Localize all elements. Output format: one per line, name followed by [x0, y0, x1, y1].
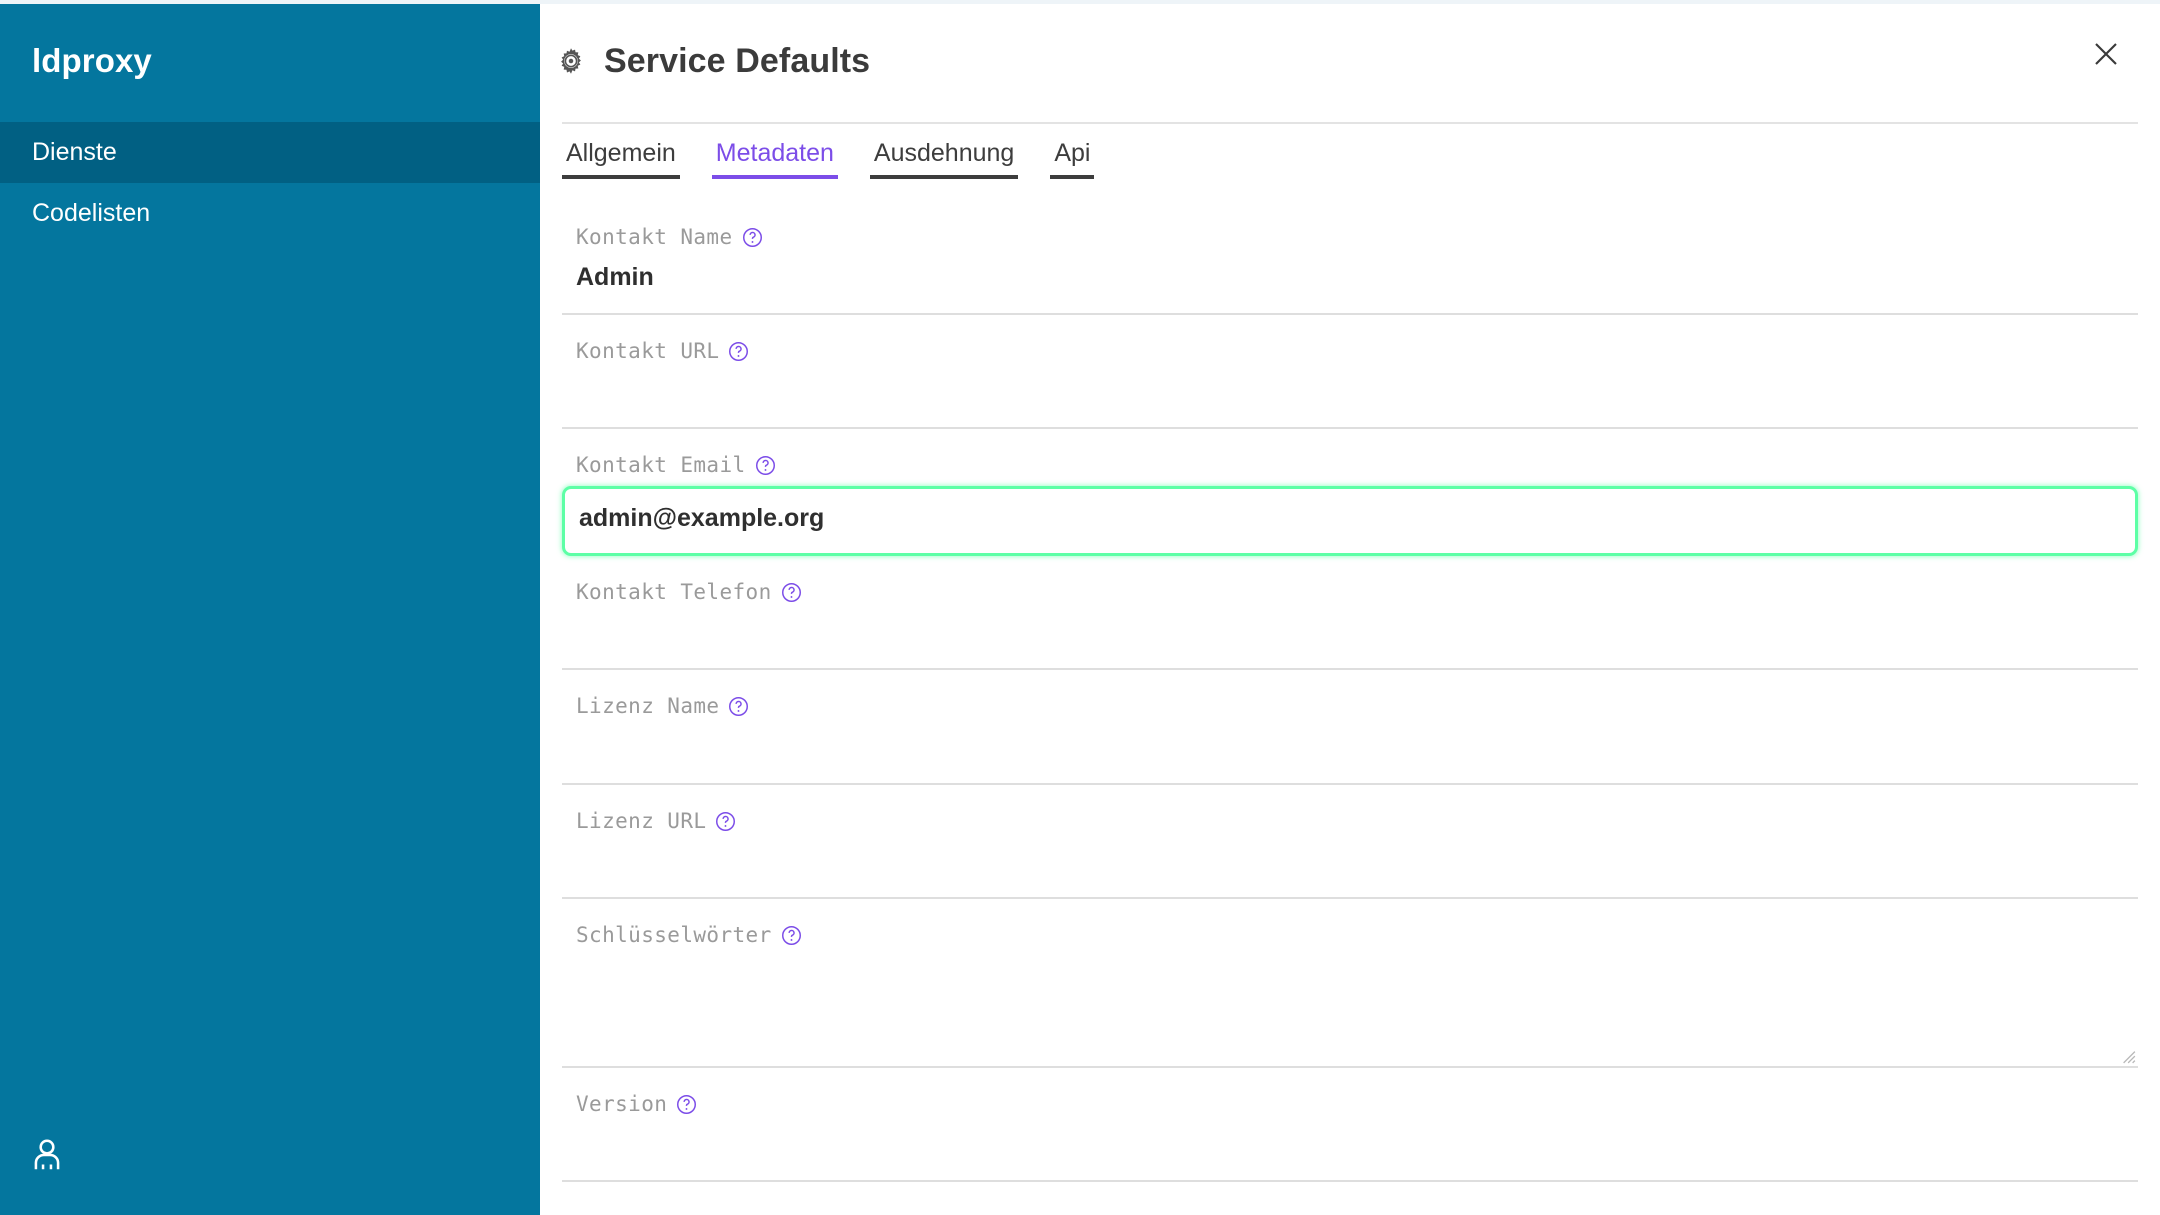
field-label: Kontakt Telefon [562, 582, 2138, 603]
kontakt-name-input[interactable]: Admin [562, 248, 2138, 313]
schluesselwoerter-textarea[interactable] [562, 946, 2138, 1066]
field-label-text: Kontakt Email [576, 453, 746, 477]
close-button[interactable] [2078, 26, 2134, 82]
field-schluesselwoerter: Schlüsselwörter [562, 899, 2138, 1068]
field-label: Kontakt Email [562, 455, 2138, 476]
field-label-text: Version [576, 1091, 668, 1116]
help-circle-icon[interactable] [742, 227, 763, 248]
brand-title: ldproxy [32, 42, 152, 79]
help-circle-icon[interactable] [781, 925, 802, 946]
field-kontakt-email: Kontakt Email admin@example.org [562, 429, 2138, 556]
lizenz-name-input[interactable] [562, 717, 2138, 782]
kontakt-telefon-input[interactable] [562, 603, 2138, 668]
field-label-text: Lizenz URL [576, 808, 707, 833]
sidebar-item-label: Dienste [32, 138, 117, 166]
field-label-text: Lizenz Name [576, 694, 720, 719]
field-label: Lizenz Name [562, 696, 2138, 717]
app-root: ldproxy Dienste Codelisten Service Defau… [0, 0, 2160, 1215]
header-left: Service Defaults [556, 42, 870, 81]
metadata-form: Kontakt Name Admin Kontakt URL Kontakt E… [540, 179, 2160, 1182]
field-label: Kontakt URL [562, 338, 2138, 363]
field-kontakt-url: Kontakt URL [562, 315, 2138, 429]
field-label: Schlüsselwörter [562, 922, 2138, 947]
field-underline [562, 1180, 2138, 1182]
tab-label: Allgemein [566, 139, 676, 167]
lizenz-url-input[interactable] [562, 832, 2138, 897]
field-kontakt-name: Kontakt Name Admin [562, 201, 2138, 315]
field-label: Lizenz URL [562, 808, 2138, 833]
kontakt-url-input[interactable] [562, 362, 2138, 427]
sidebar-item-dienste[interactable]: Dienste [0, 122, 540, 183]
field-version: Version [562, 1068, 2138, 1182]
schluesselwoerter-value [576, 960, 2124, 1025]
help-circle-icon[interactable] [728, 696, 749, 717]
field-label-text: Kontakt URL [576, 338, 720, 363]
tab-label: Metadaten [715, 139, 834, 167]
tab-metadaten[interactable]: Metadaten [711, 139, 839, 179]
sidebar: ldproxy Dienste Codelisten [0, 0, 540, 1215]
user-icon[interactable] [28, 1136, 66, 1174]
sidebar-item-label: Codelisten [32, 199, 151, 227]
help-circle-icon[interactable] [781, 582, 802, 603]
version-input[interactable] [562, 1115, 2138, 1180]
sidebar-item-codelisten[interactable]: Codelisten [0, 183, 540, 244]
sidebar-footer [0, 1095, 540, 1215]
help-circle-icon[interactable] [755, 455, 776, 476]
sidebar-nav: Dienste Codelisten [0, 122, 540, 244]
field-lizenz-name: Lizenz Name [562, 670, 2138, 785]
tab-label: Ausdehnung [873, 139, 1015, 167]
tab-api[interactable]: Api [1050, 139, 1095, 179]
tab-ausdehnung[interactable]: Ausdehnung [869, 139, 1019, 179]
top-hairline [0, 0, 2160, 4]
field-label-text: Kontakt Name [576, 224, 733, 249]
kontakt-email-input-box[interactable]: admin@example.org [562, 486, 2138, 556]
help-circle-icon[interactable] [676, 1094, 697, 1115]
resize-handle-icon[interactable] [2118, 1046, 2136, 1064]
main-header: Service Defaults [540, 0, 2160, 122]
field-kontakt-telefon: Kontakt Telefon [562, 556, 2138, 671]
field-lizenz-url: Lizenz URL [562, 785, 2138, 899]
field-label-text: Kontakt Telefon [576, 580, 772, 604]
close-icon [2095, 43, 2117, 65]
field-label-text: Schlüsselwörter [576, 922, 772, 947]
field-label: Version [562, 1091, 2138, 1116]
tab-allgemein[interactable]: Allgemein [562, 139, 680, 179]
tab-label: Api [1054, 139, 1091, 167]
help-circle-icon[interactable] [715, 811, 736, 832]
kontakt-email-input[interactable]: admin@example.org [579, 503, 2121, 539]
help-circle-icon[interactable] [728, 341, 749, 362]
tabs-container: Allgemein Metadaten Ausdehnung Api [540, 122, 2160, 179]
field-label: Kontakt Name [562, 224, 2138, 249]
tab-list: Allgemein Metadaten Ausdehnung Api [562, 124, 2138, 179]
main-panel: Service Defaults Allgemein Metadaten Aus… [540, 0, 2160, 1215]
page-title: Service Defaults [604, 41, 871, 80]
gear-icon [556, 46, 586, 76]
